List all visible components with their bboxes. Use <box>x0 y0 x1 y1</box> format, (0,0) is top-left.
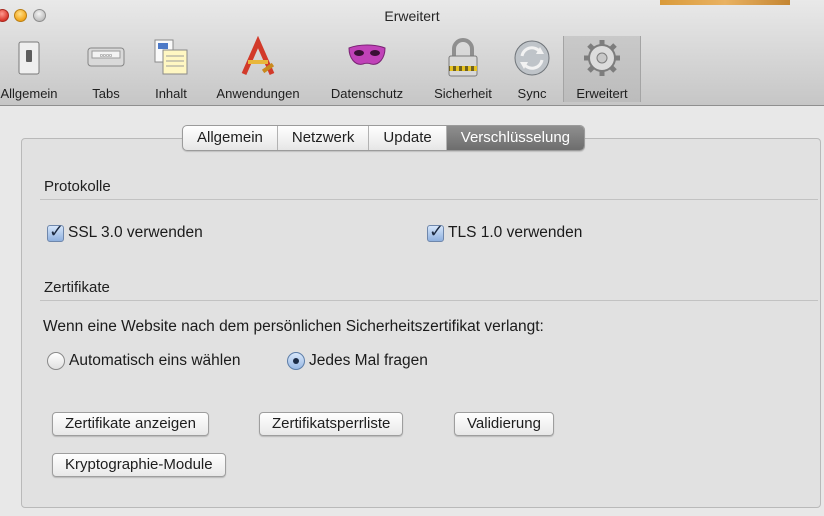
section-divider <box>40 199 818 200</box>
toolbar-item-label: Sync <box>517 86 547 101</box>
toolbar-item-label: Datenschutz <box>330 86 404 101</box>
checkmark-icon: ✓ <box>429 220 445 241</box>
certificate-prompt: Wenn eine Website nach dem persönlichen … <box>43 318 544 335</box>
radio-ask-every-time[interactable] <box>287 352 305 370</box>
checkmark-icon: ✓ <box>49 220 65 241</box>
toolbar-item-tabs[interactable]: oooo Tabs <box>84 36 128 102</box>
tab-bar: Allgemein Netzwerk Update Verschlüsselun… <box>182 125 585 151</box>
radio-ask-every-time-label: Jedes Mal fragen <box>309 352 428 369</box>
toolbar-item-anwendungen[interactable]: Anwendungen <box>208 36 308 102</box>
sync-icon <box>514 40 550 76</box>
gear-icon <box>584 40 620 76</box>
radio-ask-every-time-row[interactable]: Jedes Mal fragen <box>287 352 428 370</box>
tls-checkbox[interactable]: ✓ <box>427 221 444 242</box>
tabs-icon: oooo <box>87 47 125 67</box>
radio-automatic-row[interactable]: Automatisch eins wählen <box>47 352 240 370</box>
toolbar-item-label: Anwendungen <box>216 86 300 101</box>
tab-allgemein[interactable]: Allgemein <box>183 126 278 150</box>
toolbar: Erweitert Allgemein oooo Tabs Inhalt Anw… <box>0 0 824 106</box>
content-icon <box>154 39 188 75</box>
tab-netzwerk[interactable]: Netzwerk <box>278 126 370 150</box>
ssl-checkbox-row[interactable]: ✓ SSL 3.0 verwenden <box>47 221 203 242</box>
toolbar-item-label: Inhalt <box>155 86 187 101</box>
view-certificates-button[interactable]: Zertifikate anzeigen <box>52 412 209 436</box>
section-divider <box>40 300 818 301</box>
window-title: Erweitert <box>384 8 440 24</box>
toolbar-item-label: Allgemein <box>0 86 58 101</box>
tls-checkbox-row[interactable]: ✓ TLS 1.0 verwenden <box>427 221 583 242</box>
toolbar-item-sicherheit[interactable]: Sicherheit <box>424 36 502 102</box>
section-title-protocols: Protokolle <box>44 178 111 195</box>
radio-automatic-label: Automatisch eins wählen <box>69 352 241 369</box>
applications-icon <box>241 36 275 76</box>
background-decoration <box>660 0 790 5</box>
toolbar-item-allgemein[interactable]: Allgemein <box>0 36 58 102</box>
toolbar-item-label: Sicherheit <box>434 86 492 101</box>
padlock-icon <box>448 38 478 77</box>
revocation-list-button[interactable]: Zertifikatsperrliste <box>259 412 404 436</box>
svg-text:oooo: oooo <box>100 53 112 59</box>
switch-icon <box>18 41 40 75</box>
ssl-checkbox[interactable]: ✓ <box>47 221 64 242</box>
tab-verschluesselung[interactable]: Verschlüsselung <box>446 126 584 150</box>
toolbar-item-erweitert[interactable]: Erweitert <box>563 36 641 102</box>
toolbar-item-datenschutz[interactable]: Datenschutz <box>322 36 412 102</box>
section-title-certificates: Zertifikate <box>44 279 110 296</box>
validation-button[interactable]: Validierung <box>454 412 554 436</box>
crypto-modules-button[interactable]: Kryptographie-Module <box>52 453 226 477</box>
mask-icon <box>348 44 386 65</box>
radio-dot-icon <box>293 358 299 364</box>
toolbar-item-label: Erweitert <box>576 86 628 101</box>
radio-automatic[interactable] <box>47 352 65 370</box>
toolbar-item-sync[interactable]: Sync <box>510 36 554 102</box>
toolbar-item-inhalt[interactable]: Inhalt <box>148 36 194 102</box>
toolbar-item-label: Tabs <box>92 86 120 101</box>
tab-update[interactable]: Update <box>369 126 447 150</box>
tls-label: TLS 1.0 verwenden <box>448 224 583 241</box>
ssl-label: SSL 3.0 verwenden <box>68 224 203 241</box>
